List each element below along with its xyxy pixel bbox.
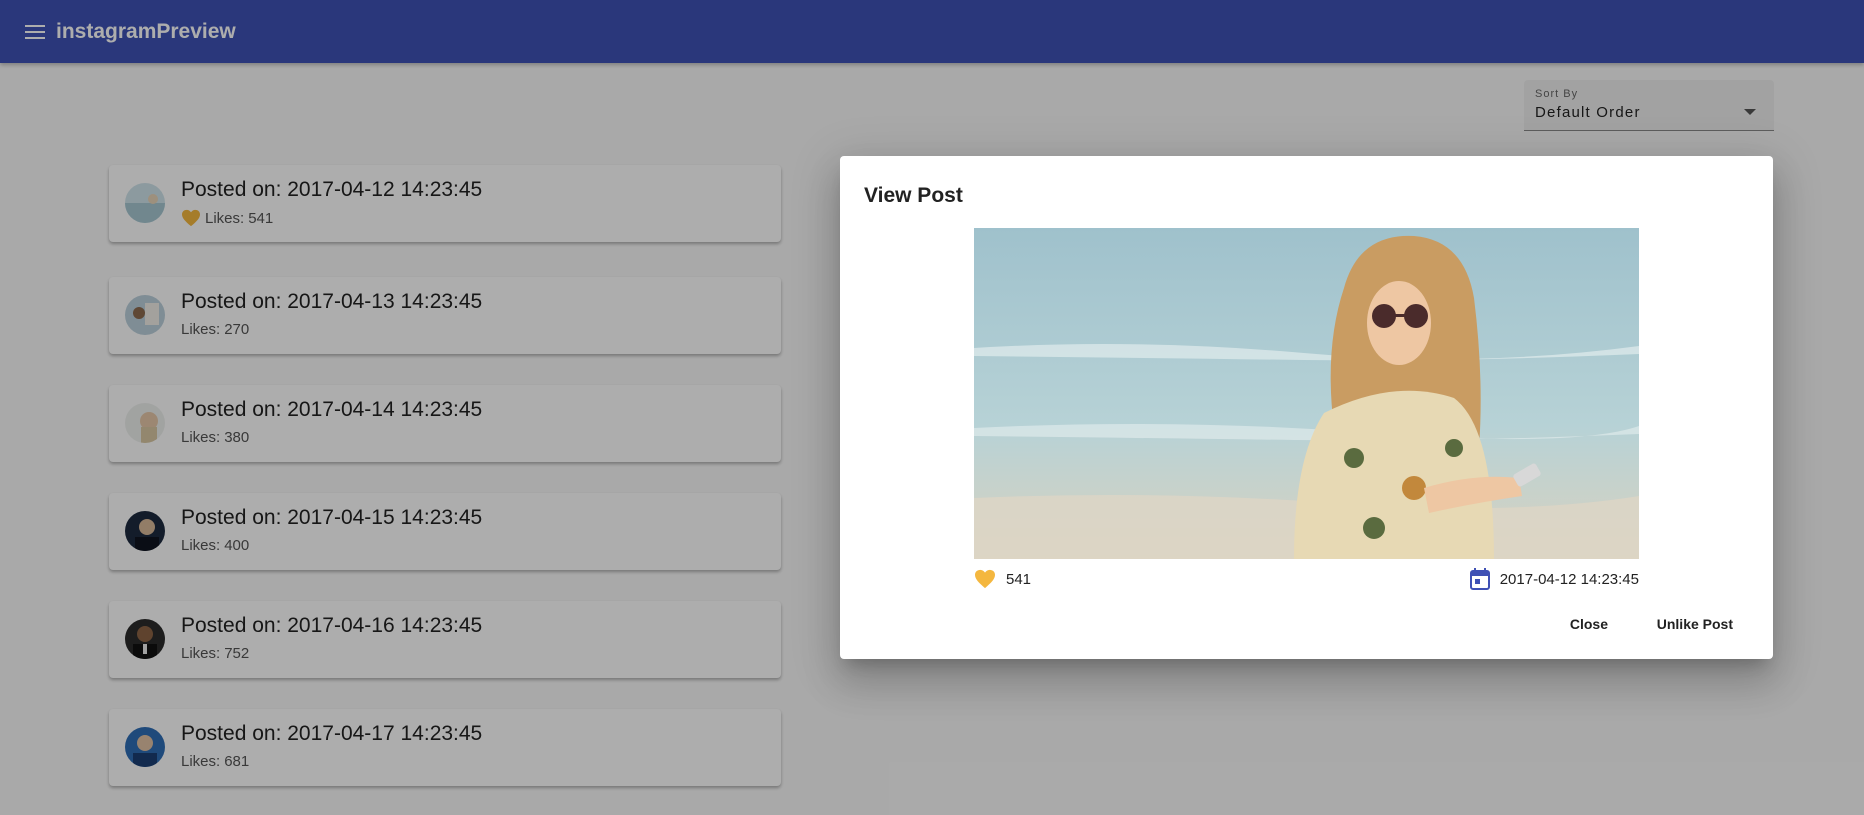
dialog-date: 2017-04-12 14:23:45 — [1469, 568, 1639, 590]
dialog-likes: 541 — [974, 569, 1031, 589]
view-post-dialog: View Post 541 2017-04-12 14:23:45 Close … — [840, 156, 1773, 659]
unlike-post-button[interactable]: Unlike Post — [1641, 606, 1749, 642]
dialog-date-text: 2017-04-12 14:23:45 — [1499, 570, 1639, 588]
post-image — [974, 228, 1639, 559]
close-button[interactable]: Close — [1554, 606, 1624, 642]
dialog-title: View Post — [864, 184, 963, 207]
dialog-likes-count: 541 — [1006, 570, 1032, 588]
calendar-icon — [1469, 568, 1490, 590]
heart-icon[interactable] — [974, 569, 996, 589]
